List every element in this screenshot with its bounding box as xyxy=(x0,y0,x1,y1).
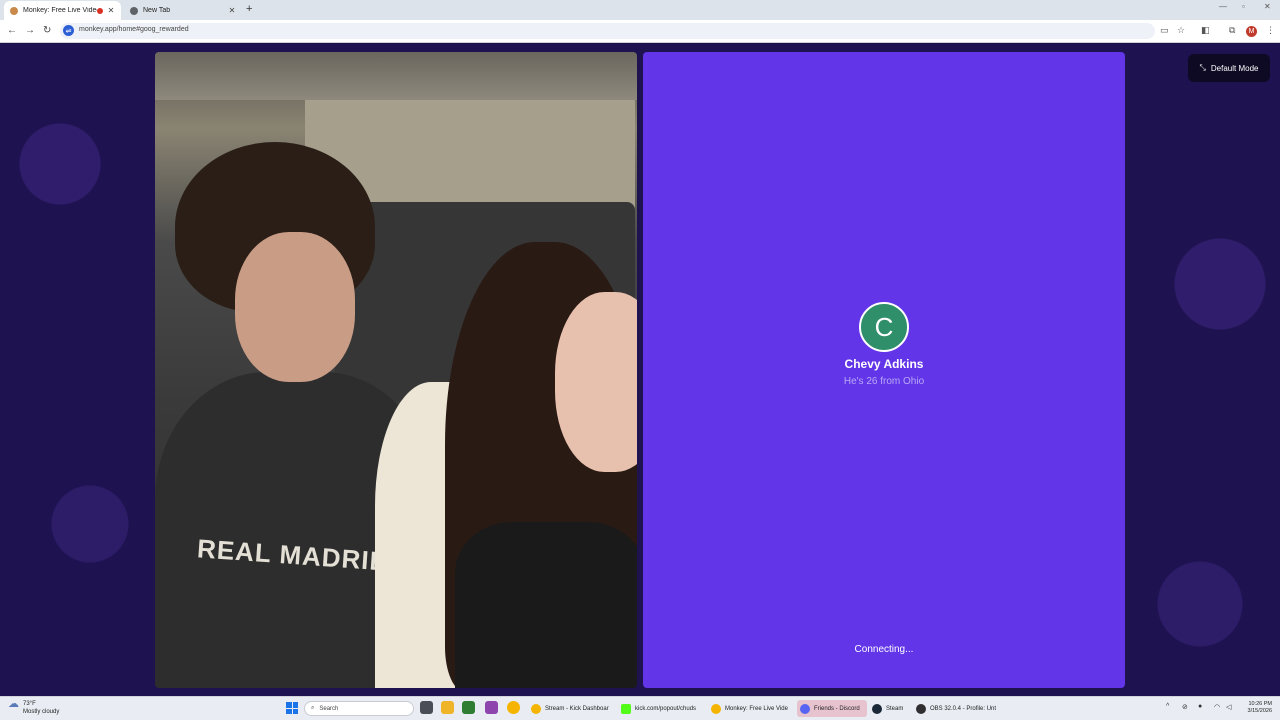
taskbar-item-label: kick.com/popout/chuds xyxy=(635,705,697,712)
task-view-icon[interactable] xyxy=(420,701,433,714)
connection-status: Connecting... xyxy=(854,644,914,655)
copilot-icon[interactable] xyxy=(485,701,498,714)
taskbar-item-obs[interactable]: OBS 32.0.4 - Profile: Unt xyxy=(913,700,999,717)
site-info-icon[interactable]: ⇌ xyxy=(63,25,74,36)
taskbar-item-monkey[interactable]: Monkey: Free Live Vide xyxy=(708,700,794,717)
monkey-favicon-icon xyxy=(10,6,18,15)
bookmark-star-icon[interactable]: ☆ xyxy=(1177,25,1185,36)
address-bar[interactable]: ⇌ monkey.app/home#goog_rewarded xyxy=(60,23,1155,39)
taskbar-item-label: Friends - Discord xyxy=(814,705,860,712)
person-right-face xyxy=(555,292,637,472)
tab-monkey[interactable]: Monkey: Free Live Video Ch ✕ xyxy=(4,1,121,20)
taskbar-item-label: Steam xyxy=(886,705,904,712)
wifi-icon[interactable]: ◠ xyxy=(1214,703,1220,711)
weather-temp: 73°F xyxy=(23,701,36,707)
remote-video-panel: C Chevy Adkins He's 26 from Ohio Connect… xyxy=(643,52,1125,688)
background-shelf xyxy=(155,52,637,100)
tab-title: New Tab xyxy=(143,7,171,14)
taskbar-item-label: OBS 32.0.4 - Profile: Unt xyxy=(930,705,997,712)
profile-avatar[interactable]: M xyxy=(1246,26,1257,37)
mode-label: Default Mode xyxy=(1210,63,1259,73)
microphone-icon[interactable]: ● xyxy=(1198,703,1202,710)
store-icon[interactable] xyxy=(462,701,475,714)
weather-widget[interactable]: ☁ 73°F Mostly cloudy xyxy=(8,698,60,716)
kick-icon xyxy=(621,703,631,714)
windows-taskbar: ☁ 73°F Mostly cloudy ⌕ Search Stream - K… xyxy=(0,696,1280,720)
chrome-icon xyxy=(711,703,721,714)
taskbar-item-kick-popout[interactable]: kick.com/popout/chuds xyxy=(618,700,706,717)
person-left-face xyxy=(235,232,355,382)
peer-name: Chevy Adkins xyxy=(844,357,924,371)
browser-toolbar: ← → ↻ ⇌ monkey.app/home#goog_rewarded ▭ … xyxy=(0,20,1280,43)
recording-indicator-icon xyxy=(97,7,103,14)
back-icon[interactable]: ← xyxy=(7,25,17,36)
reload-icon[interactable]: ↻ xyxy=(43,25,51,36)
install-app-icon[interactable]: ▭ xyxy=(1160,25,1169,36)
taskbar-item-label: Monkey: Free Live Vide xyxy=(725,705,788,712)
obs-icon xyxy=(916,703,926,714)
clock-date: 3/15/2026 xyxy=(1247,708,1272,714)
chrome-icon xyxy=(531,703,541,714)
forward-icon[interactable]: → xyxy=(25,25,35,36)
monkey-app-page: REAL MADRID C Chevy Adkins He's 26 from … xyxy=(0,44,1280,696)
taskbar-item-discord[interactable]: Friends - Discord xyxy=(797,700,867,717)
url-text: monkey.app/home#goog_rewarded xyxy=(79,26,189,33)
peer-avatar: C xyxy=(859,302,909,352)
file-explorer-icon[interactable] xyxy=(441,701,454,714)
side-panel-icon[interactable]: ◧ xyxy=(1201,25,1210,36)
chrome-icon[interactable] xyxy=(507,701,520,714)
cloud-icon: ☁ xyxy=(8,698,19,710)
tab-title: Monkey: Free Live Video Ch xyxy=(23,7,97,14)
search-placeholder: Search xyxy=(319,705,339,712)
start-button[interactable] xyxy=(286,702,298,714)
network-icon[interactable]: ⊘ xyxy=(1182,703,1188,711)
taskbar-item-steam[interactable]: Steam xyxy=(869,700,911,717)
close-tab-icon[interactable]: ✕ xyxy=(107,6,115,15)
person-right-body xyxy=(455,522,637,688)
discord-icon xyxy=(800,703,810,714)
default-mode-button[interactable]: ⤡ Default Mode xyxy=(1188,54,1270,82)
steam-icon xyxy=(872,703,882,714)
tab-new-tab[interactable]: New Tab ✕ xyxy=(124,1,242,20)
minimize-icon[interactable]: — xyxy=(1219,2,1227,11)
close-window-icon[interactable]: ✕ xyxy=(1264,2,1271,11)
peer-info: He's 26 from Ohio xyxy=(843,376,925,387)
chrome-favicon-icon xyxy=(130,6,138,15)
volume-icon[interactable]: ◁ xyxy=(1226,703,1231,711)
extensions-icon[interactable]: ⧉ xyxy=(1229,25,1235,36)
search-icon: ⌕ xyxy=(311,705,315,711)
maximize-icon[interactable]: ▫ xyxy=(1242,2,1245,11)
taskbar-search[interactable]: ⌕ Search xyxy=(304,701,414,716)
new-tab-button[interactable]: + xyxy=(246,3,252,15)
clock-time: 10:26 PM xyxy=(1248,701,1272,707)
collapse-icon: ⤡ xyxy=(1199,63,1206,72)
local-video-feed: REAL MADRID xyxy=(155,52,637,688)
taskbar-item-kick-dashboard[interactable]: Stream - Kick Dashboar xyxy=(528,700,614,717)
system-clock[interactable]: 10:26 PM 3/15/2026 xyxy=(1242,701,1272,715)
close-tab-icon[interactable]: ✕ xyxy=(228,6,236,15)
weather-condition: Mostly cloudy xyxy=(23,709,60,715)
tray-overflow-icon[interactable]: ^ xyxy=(1166,703,1169,710)
taskbar-item-label: Stream - Kick Dashboar xyxy=(545,705,609,712)
menu-icon[interactable]: ⋮ xyxy=(1266,25,1275,36)
browser-tabstrip: Monkey: Free Live Video Ch ✕ New Tab ✕ +… xyxy=(0,0,1280,20)
